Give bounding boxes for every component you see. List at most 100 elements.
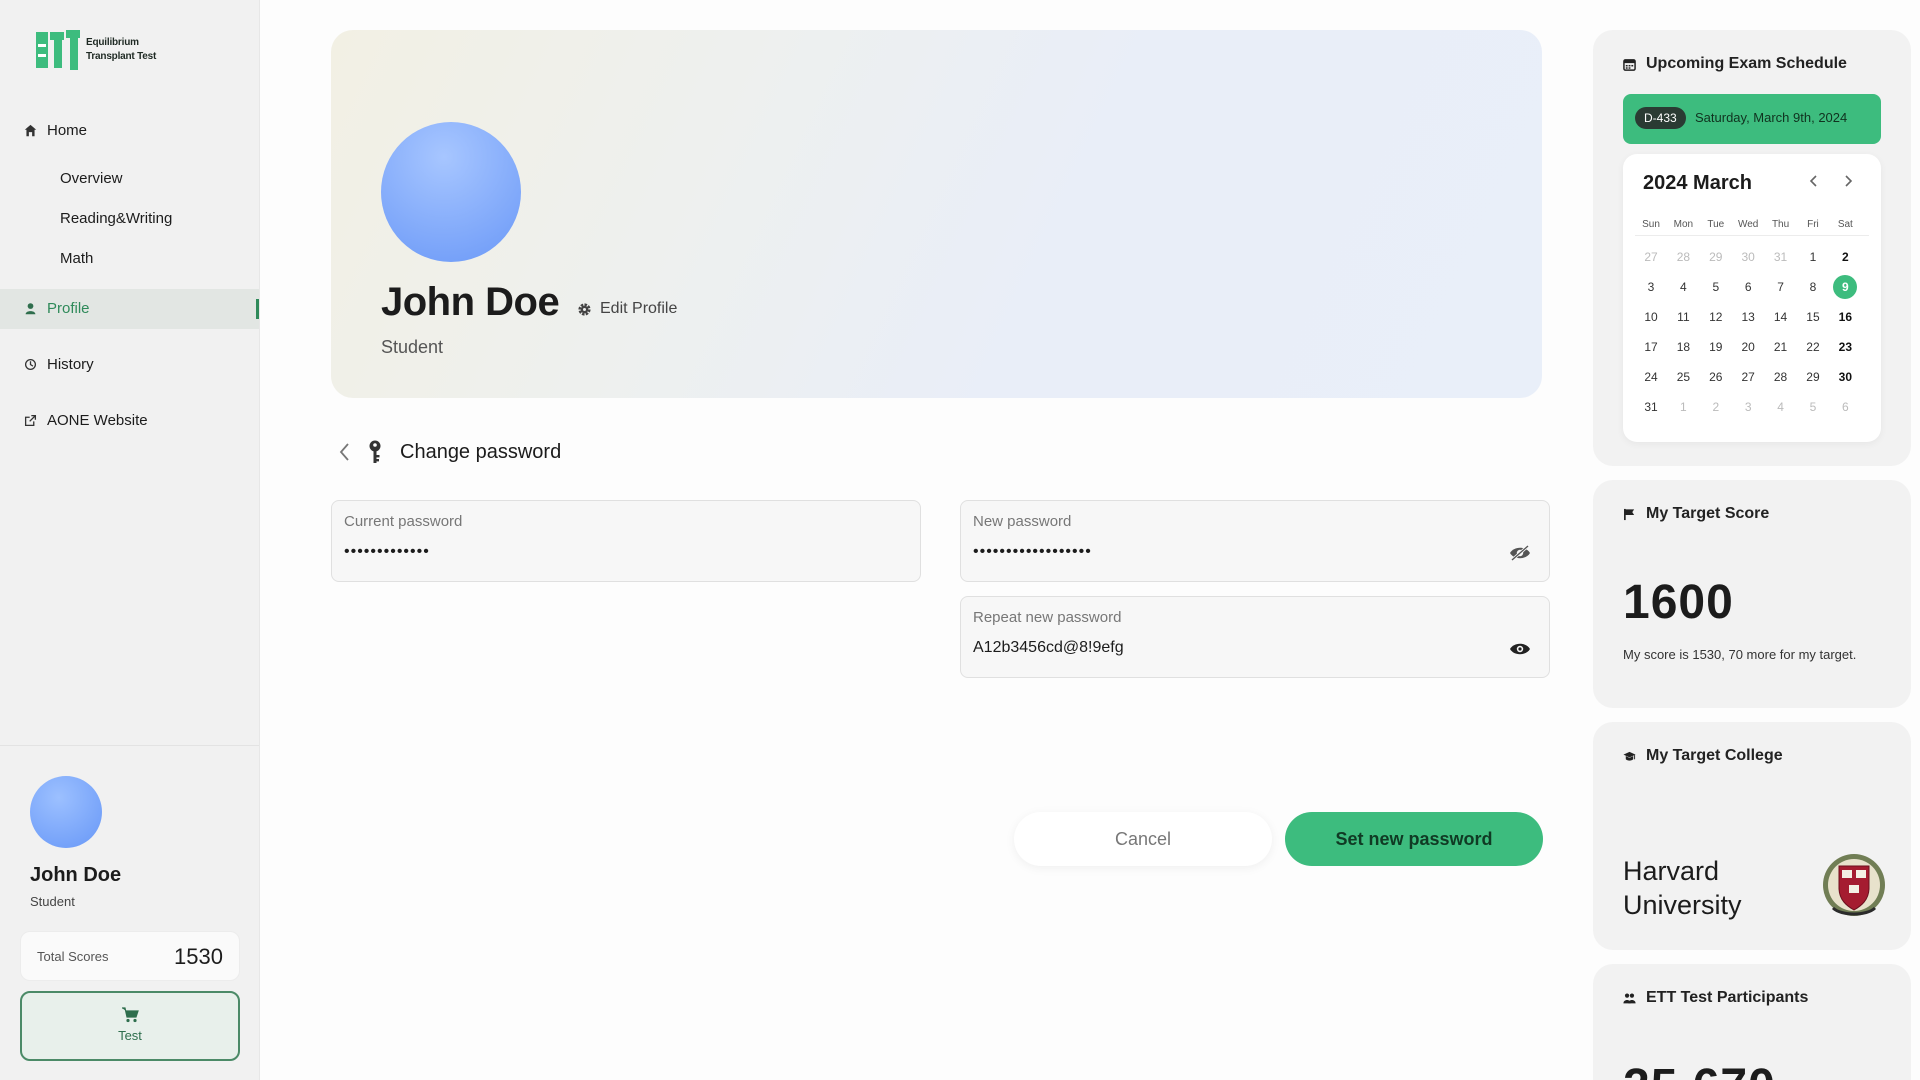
calendar-prev-button[interactable] (1809, 174, 1817, 192)
calendar-day-number: 30 (1838, 370, 1853, 384)
new-password-field[interactable]: New password •••••••••••••••••• (960, 500, 1550, 582)
nav-reading-writing[interactable]: Reading&Writing (60, 210, 172, 227)
calendar-day-number: 19 (1709, 340, 1723, 354)
app-logo[interactable]: Equilibrium Transplant Test (36, 30, 156, 70)
calendar-day[interactable]: 20 (1732, 340, 1764, 354)
calendar-day-number: 5 (1809, 400, 1817, 414)
calendar-day[interactable]: 2 (1829, 250, 1861, 264)
edit-profile-button[interactable]: Edit Profile (577, 300, 677, 318)
nav-overview[interactable]: Overview (60, 170, 123, 187)
calendar-day[interactable]: 23 (1829, 340, 1861, 354)
calendar-day[interactable]: 29 (1700, 250, 1732, 264)
calendar-day[interactable]: 18 (1667, 340, 1699, 354)
target-score-value: 1600 (1623, 576, 1734, 629)
calendar-day[interactable]: 6 (1829, 400, 1861, 414)
cancel-button[interactable]: Cancel (1014, 812, 1272, 866)
calendar-day[interactable]: 10 (1635, 310, 1667, 324)
nav-math[interactable]: Math (60, 250, 93, 267)
target-score-title: My Target Score (1646, 505, 1770, 522)
calendar-day[interactable]: 4 (1667, 280, 1699, 294)
calendar-day[interactable]: 5 (1797, 400, 1829, 414)
calendar-day[interactable]: 4 (1765, 400, 1797, 414)
current-password-label: Current password (344, 513, 463, 530)
calendar-day[interactable]: 2 (1700, 400, 1732, 414)
new-password-input[interactable]: •••••••••••••••••• (973, 543, 1092, 561)
calendar-day[interactable]: 21 (1765, 340, 1797, 354)
calendar-day-number: 3 (1647, 280, 1655, 294)
calendar-day[interactable]: 8 (1797, 280, 1829, 294)
calendar-day-number: 26 (1709, 370, 1723, 384)
nav-profile[interactable]: Profile (24, 300, 90, 317)
graduation-cap-icon (1623, 751, 1636, 761)
calendar-day-number: 4 (1680, 280, 1687, 294)
calendar-day[interactable]: 16 (1829, 310, 1861, 324)
calendar-week-row: 17 18 19 20 21 22 23 (1635, 332, 1869, 362)
calendar-day[interactable]: 27 (1732, 370, 1764, 384)
calendar-day[interactable]: 6 (1732, 280, 1764, 294)
calendar-day[interactable]: 19 (1700, 340, 1732, 354)
calendar-day-number: 7 (1777, 280, 1784, 294)
calendar-day[interactable]: 24 (1635, 370, 1667, 384)
calendar-day[interactable]: 17 (1635, 340, 1667, 354)
eye-icon[interactable] (1509, 641, 1531, 657)
calendar-day[interactable]: 27 (1635, 250, 1667, 264)
calendar-day[interactable]: 7 (1765, 280, 1797, 294)
calendar-day-number: 27 (1741, 370, 1755, 384)
college-name-line-2: University (1623, 890, 1742, 920)
d-day-badge: D-433 (1635, 107, 1686, 129)
nav-home[interactable]: Home (24, 122, 87, 139)
calendar-day[interactable]: 15 (1797, 310, 1829, 324)
calendar-day[interactable]: 31 (1635, 400, 1667, 414)
exam-date-text: Saturday, March 9th, 2024 (1695, 110, 1848, 125)
nav-active-indicator (256, 299, 259, 319)
chevron-left-icon (1809, 175, 1817, 187)
calendar-day[interactable]: 9 (1829, 275, 1861, 299)
calendar-day-number: 27 (1644, 250, 1658, 264)
calendar-day[interactable]: 13 (1732, 310, 1764, 324)
calendar-day-number: 1 (1680, 400, 1687, 414)
calendar-day[interactable]: 30 (1829, 370, 1861, 384)
calendar-day[interactable]: 25 (1667, 370, 1699, 384)
calendar-day[interactable]: 11 (1667, 310, 1699, 324)
calendar-day[interactable]: 1 (1797, 250, 1829, 264)
nav-history[interactable]: History (24, 356, 94, 373)
calendar-day[interactable]: 14 (1765, 310, 1797, 324)
calendar-day[interactable]: 29 (1797, 370, 1829, 384)
calendar-day[interactable]: 1 (1667, 400, 1699, 414)
back-chevron-icon[interactable] (338, 442, 350, 462)
set-new-password-button[interactable]: Set new password (1285, 812, 1543, 866)
repeat-password-field[interactable]: Repeat new password A12b3456cd@8!9efg (960, 596, 1550, 678)
calendar-day[interactable]: 31 (1765, 250, 1797, 264)
profile-role: Student (381, 337, 444, 357)
profile-avatar[interactable] (381, 122, 521, 262)
eye-off-icon[interactable] (1509, 545, 1531, 561)
calendar-day[interactable]: 3 (1732, 400, 1764, 414)
calendar-week-row: 10 11 12 13 14 15 16 (1635, 302, 1869, 332)
current-password-input[interactable]: ••••••••••••• (344, 543, 430, 561)
sidebar-avatar[interactable] (30, 776, 102, 848)
calendar-week-row: 31 1 2 3 4 5 6 (1635, 392, 1869, 422)
sidebar-user-name: John Doe (30, 864, 122, 886)
calendar-day-number: 10 (1644, 310, 1658, 324)
calendar-day[interactable]: 12 (1700, 310, 1732, 324)
nav-website[interactable]: AONE Website (24, 412, 148, 429)
calendar-day-number: 31 (1644, 400, 1658, 414)
calendar-day[interactable]: 30 (1732, 250, 1764, 264)
calendar-day[interactable]: 28 (1765, 370, 1797, 384)
calendar-weekday: Mon (1673, 219, 1694, 230)
repeat-password-input[interactable]: A12b3456cd@8!9efg (973, 639, 1124, 657)
repeat-password-label: Repeat new password (973, 609, 1122, 626)
sidebar: Equilibrium Transplant Test Home Overvie… (0, 0, 260, 1080)
test-button[interactable]: Test (20, 991, 240, 1061)
calendar-day[interactable]: 3 (1635, 280, 1667, 294)
calendar-day[interactable]: 5 (1700, 280, 1732, 294)
calendar-day[interactable]: 28 (1667, 250, 1699, 264)
calendar-day-number: 31 (1773, 250, 1788, 264)
calendar-day-number: 9 (1833, 275, 1858, 299)
current-password-field[interactable]: Current password ••••••••••••• (331, 500, 921, 582)
cart-icon (122, 1007, 139, 1023)
calendar-day[interactable]: 22 (1797, 340, 1829, 354)
calendar-day[interactable]: 26 (1700, 370, 1732, 384)
calendar-next-button[interactable] (1845, 174, 1853, 192)
calendar-weekday: Wed (1737, 219, 1759, 230)
